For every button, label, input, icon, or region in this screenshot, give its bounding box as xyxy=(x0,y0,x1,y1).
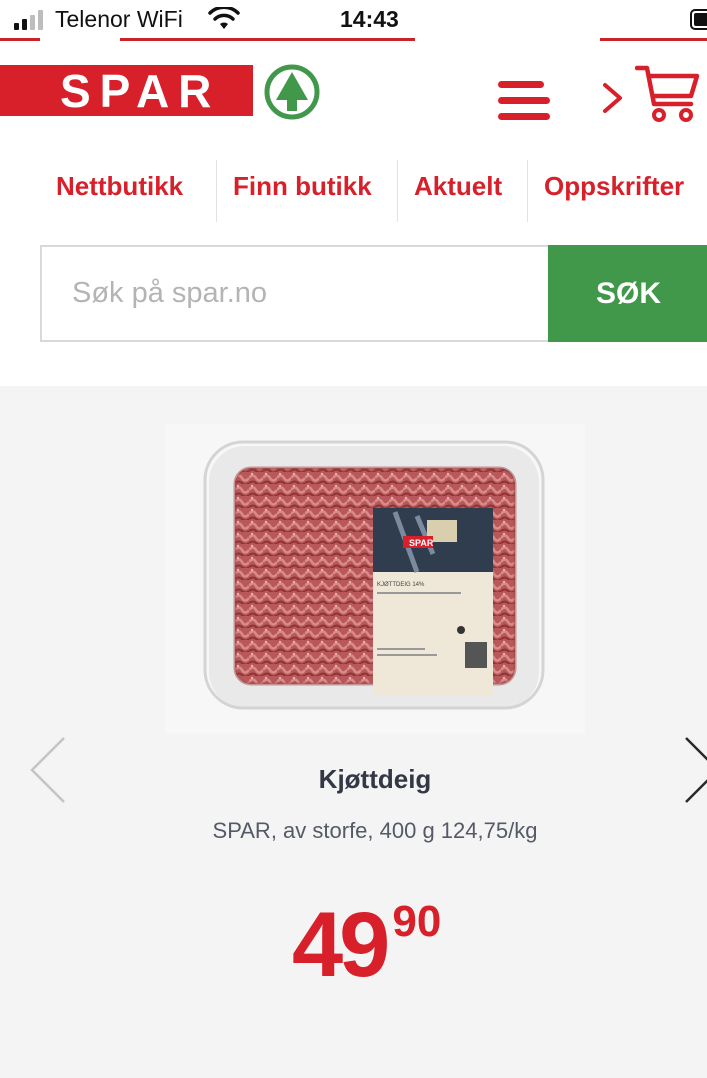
spar-tree-icon xyxy=(264,64,320,120)
price-kroner: 49 xyxy=(292,894,390,996)
carrier-name: Telenor WiFi xyxy=(55,6,183,32)
clock-time: 14:43 xyxy=(340,6,399,32)
wifi-icon xyxy=(208,7,240,29)
nav-divider xyxy=(527,160,528,222)
menu-icon[interactable] xyxy=(496,79,552,123)
search-button[interactable]: SØK xyxy=(548,245,707,342)
main-nav: Nettbutikk Finn butikk Aktuelt Oppskrift… xyxy=(0,158,707,222)
signal-icon xyxy=(14,10,43,30)
header-edge xyxy=(120,38,415,41)
search-bar: SØK xyxy=(40,245,707,342)
chevron-right-icon[interactable] xyxy=(601,82,625,114)
site-header: SPAR xyxy=(0,42,707,142)
nav-item-aktuelt[interactable]: Aktuelt xyxy=(414,158,502,222)
product-price: 49 90 xyxy=(292,890,441,1000)
product-image[interactable]: SPAR KJØTTDEIG 14% xyxy=(165,424,585,734)
price-ore: 90 xyxy=(392,897,442,946)
pack-label-brand: SPAR xyxy=(409,538,434,548)
header-edge xyxy=(600,38,707,41)
product-name: Kjøttdeig xyxy=(318,764,432,794)
status-bar: Telenor WiFi 14:43 xyxy=(0,0,707,40)
nav-item-finn-butikk[interactable]: Finn butikk xyxy=(233,158,372,222)
product-description: SPAR, av storfe, 400 g 124,75/kg xyxy=(212,818,538,843)
cart-icon[interactable] xyxy=(635,64,701,124)
logo-text: SPAR xyxy=(60,65,221,117)
battery-icon xyxy=(690,9,707,30)
pack-label-title: KJØTTDEIG 14% xyxy=(377,582,425,588)
product-carousel: SPAR KJØTTDEIG 14% Kjøttdeig SPAR, av st… xyxy=(0,386,707,1078)
header-edge xyxy=(0,38,40,41)
nav-item-nettbutikk[interactable]: Nettbutikk xyxy=(56,158,183,222)
nav-divider xyxy=(216,160,217,222)
nav-item-oppskrifter[interactable]: Oppskrifter xyxy=(544,158,684,222)
search-input[interactable] xyxy=(40,245,548,342)
nav-divider xyxy=(397,160,398,222)
